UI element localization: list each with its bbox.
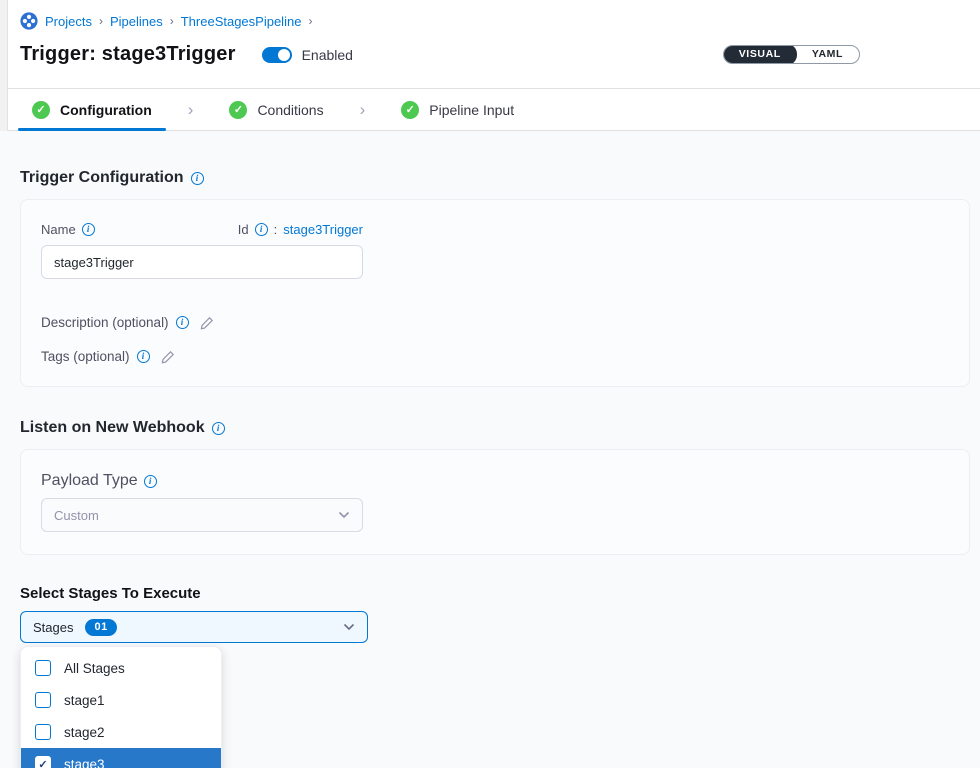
- heading-text: Listen on New Webhook: [20, 419, 205, 437]
- trigger-configuration-heading: Trigger Configuration i: [20, 131, 970, 187]
- visual-tab-button[interactable]: VISUAL: [723, 45, 797, 64]
- selected-count-badge: 01: [85, 619, 116, 636]
- chevron-right-icon: ›: [188, 100, 194, 120]
- info-icon[interactable]: i: [191, 172, 204, 185]
- breadcrumb-separator: ›: [99, 14, 103, 28]
- trigger-configuration-card: Name i Id i : stage3Trigger Description …: [20, 199, 970, 387]
- breadcrumb-link-pipeline-name[interactable]: ThreeStagesPipeline: [181, 14, 302, 29]
- label-text: Name: [41, 222, 76, 237]
- description-row: Description (optional) i: [41, 315, 949, 330]
- heading-text: Trigger Configuration: [20, 169, 184, 187]
- page-header: Projects › Pipelines › ThreeStagesPipeli…: [8, 0, 980, 88]
- breadcrumb-separator: ›: [170, 14, 174, 28]
- stage-option-stage1[interactable]: ✓ stage1: [21, 684, 221, 716]
- tab-pipeline-input[interactable]: ✓ Pipeline Input: [387, 89, 528, 130]
- main-content: Trigger Configuration i Name i Id i : st…: [0, 131, 980, 768]
- info-icon[interactable]: i: [137, 350, 150, 363]
- chevron-right-icon: ›: [360, 100, 366, 120]
- tags-row: Tags (optional) i: [41, 349, 949, 364]
- info-icon[interactable]: i: [144, 475, 157, 488]
- id-value-link[interactable]: stage3Trigger: [283, 222, 363, 237]
- name-id-row: Name i Id i : stage3Trigger: [41, 222, 363, 237]
- visual-yaml-toggle: VISUAL YAML: [723, 45, 860, 64]
- breadcrumb-link-pipelines[interactable]: Pipelines: [110, 14, 163, 29]
- stage-option-stage2[interactable]: ✓ stage2: [21, 716, 221, 748]
- option-label: stage3: [64, 757, 105, 768]
- trigger-id: Id i : stage3Trigger: [238, 222, 363, 237]
- select-stages-heading: Select Stages To Execute: [20, 585, 970, 602]
- checkbox-icon[interactable]: ✓: [35, 724, 51, 740]
- description-label: Description (optional): [41, 315, 169, 330]
- id-label: Id: [238, 222, 249, 237]
- info-icon[interactable]: i: [212, 422, 225, 435]
- page-title: Trigger: stage3Trigger: [20, 43, 236, 66]
- stages-dropdown-panel: ✓ All Stages ✓ stage1 ✓ stage2 ✓ stage3: [20, 646, 222, 768]
- tab-label: Conditions: [257, 102, 323, 118]
- checkbox-icon[interactable]: ✓: [35, 660, 51, 676]
- stages-select-label: Stages: [33, 620, 73, 635]
- info-icon[interactable]: i: [255, 223, 268, 236]
- yaml-tab-button[interactable]: YAML: [796, 45, 859, 64]
- tags-label: Tags (optional): [41, 349, 130, 364]
- option-label: stage1: [64, 693, 105, 708]
- info-icon[interactable]: i: [82, 223, 95, 236]
- enabled-label: Enabled: [302, 47, 353, 63]
- project-logo-icon: [20, 12, 38, 30]
- checkbox-icon[interactable]: ✓: [35, 692, 51, 708]
- check-circle-icon: ✓: [401, 101, 419, 119]
- title-row: Trigger: stage3Trigger Enabled VISUAL YA…: [20, 43, 960, 66]
- tab-conditions[interactable]: ✓ Conditions: [215, 89, 337, 130]
- check-circle-icon: ✓: [229, 101, 247, 119]
- chevron-down-icon: [343, 623, 355, 631]
- id-colon: :: [274, 222, 278, 237]
- toggle-knob: [278, 49, 290, 61]
- payload-type-value: Custom: [54, 508, 99, 523]
- option-label: All Stages: [64, 661, 125, 676]
- breadcrumb-link-projects[interactable]: Projects: [45, 14, 92, 29]
- stages-multiselect[interactable]: Stages 01: [20, 611, 368, 643]
- checkbox-icon[interactable]: ✓: [35, 756, 51, 768]
- payload-type-select[interactable]: Custom: [41, 498, 363, 532]
- edit-pencil-icon[interactable]: [161, 350, 175, 364]
- tab-configuration[interactable]: ✓ Configuration: [18, 89, 166, 130]
- breadcrumb: Projects › Pipelines › ThreeStagesPipeli…: [20, 12, 960, 30]
- check-circle-icon: ✓: [32, 101, 50, 119]
- enabled-toggle[interactable]: [262, 47, 292, 63]
- wizard-tabbar: ✓ Configuration › ✓ Conditions › ✓ Pipel…: [8, 88, 980, 131]
- tab-label: Configuration: [60, 102, 152, 118]
- name-label: Name i: [41, 222, 95, 237]
- payload-type-label: Payload Type i: [41, 472, 949, 490]
- info-icon[interactable]: i: [176, 316, 189, 329]
- option-label: stage2: [64, 725, 105, 740]
- stage-option-all-stages[interactable]: ✓ All Stages: [21, 652, 221, 684]
- name-input[interactable]: [41, 245, 363, 279]
- page-left-edge: [0, 0, 8, 131]
- webhook-heading: Listen on New Webhook i: [20, 419, 970, 437]
- breadcrumb-separator: ›: [308, 14, 312, 28]
- webhook-card: Payload Type i Custom: [20, 449, 970, 555]
- stage-option-stage3[interactable]: ✓ stage3: [21, 748, 221, 768]
- chevron-down-icon: [338, 511, 350, 519]
- tab-label: Pipeline Input: [429, 102, 514, 118]
- label-text: Payload Type: [41, 472, 138, 490]
- edit-pencil-icon[interactable]: [200, 316, 214, 330]
